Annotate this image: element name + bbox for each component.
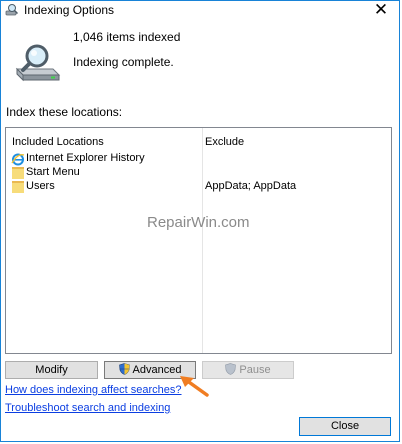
window-title: Indexing Options xyxy=(24,3,115,17)
internet-explorer-icon xyxy=(11,153,25,166)
folder-icon xyxy=(12,181,24,193)
modify-button[interactable]: Modify xyxy=(5,361,98,379)
pause-button-label: Pause xyxy=(239,364,271,376)
indexing-options-window: Indexing Options ✕ 1,046 items indexed I… xyxy=(0,0,400,442)
list-item[interactable]: Start Menu xyxy=(11,166,391,180)
troubleshoot-search-link[interactable]: Troubleshoot search and indexing xyxy=(5,402,170,414)
orange-arrow-icon xyxy=(180,376,209,397)
uac-shield-icon xyxy=(118,363,130,375)
location-name: Internet Explorer History xyxy=(26,152,145,164)
uac-shield-icon xyxy=(225,363,237,375)
locations-section-label: Index these locations: xyxy=(6,105,123,119)
included-locations-header[interactable]: Included Locations xyxy=(12,136,104,148)
list-item[interactable]: Internet Explorer History xyxy=(11,152,391,166)
how-indexing-affects-searches-link[interactable]: How does indexing affect searches? xyxy=(5,384,182,396)
close-button[interactable]: Close xyxy=(299,417,391,436)
indexing-status: Indexing complete. xyxy=(73,55,174,69)
location-name: Users xyxy=(26,180,55,192)
magnifier-drive-icon xyxy=(5,4,18,16)
watermark: RepairWin.com xyxy=(147,214,250,231)
folder-icon xyxy=(12,167,24,179)
close-window-button[interactable]: ✕ xyxy=(369,0,393,20)
advanced-button-label: Advanced xyxy=(132,364,182,376)
list-item[interactable]: Users AppData; AppData xyxy=(11,180,391,194)
location-exclusions: AppData; AppData xyxy=(205,180,297,192)
exclude-header[interactable]: Exclude xyxy=(205,136,244,148)
location-name: Start Menu xyxy=(26,166,80,178)
indexing-drive-icon xyxy=(15,44,61,82)
locations-list[interactable]: Included Locations Exclude Internet Expl… xyxy=(5,127,392,354)
title-bar: Indexing Options ✕ xyxy=(1,0,399,21)
items-indexed-count: 1,046 items indexed xyxy=(73,30,181,44)
pause-button: Pause xyxy=(202,361,294,379)
